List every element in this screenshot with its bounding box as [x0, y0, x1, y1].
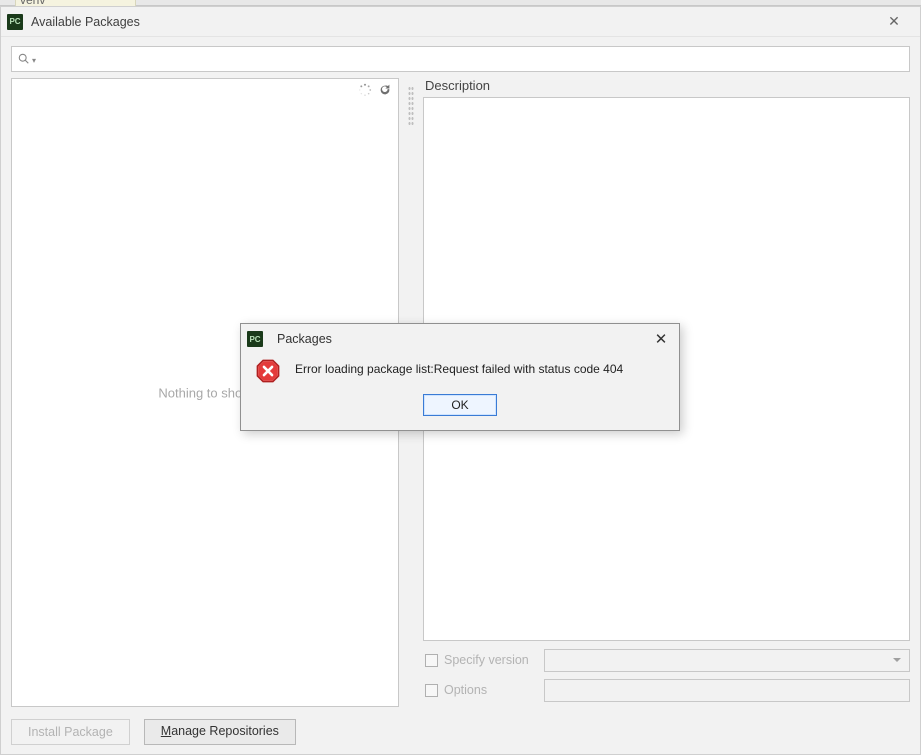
options-row: Options: [423, 677, 910, 703]
dialog-title: Available Packages: [31, 15, 874, 29]
splitter-grip-icon: [408, 86, 414, 126]
close-icon[interactable]: ✕: [649, 330, 673, 348]
pycharm-icon: PC: [7, 14, 23, 30]
specify-version-combobox[interactable]: [544, 649, 910, 672]
dialog-footer: Install Package Manage Repositories: [1, 709, 920, 754]
close-icon[interactable]: ✕: [874, 13, 914, 30]
error-dialog-body: Error loading package list:Request faile…: [241, 354, 679, 388]
manage-repositories-button[interactable]: Manage Repositories: [144, 719, 296, 745]
loading-spinner-icon: [358, 83, 372, 97]
dialog-titlebar: PC Available Packages ✕: [1, 7, 920, 37]
error-icon: [255, 358, 281, 384]
search-field-container: ▾: [11, 46, 910, 72]
specify-version-row: Specify version: [423, 647, 910, 673]
error-dialog-footer: OK: [241, 388, 679, 416]
options-label: Options: [444, 683, 544, 697]
options-textfield[interactable]: [544, 679, 910, 702]
specify-version-label: Specify version: [444, 653, 544, 667]
install-package-button: Install Package: [11, 719, 130, 745]
options-checkbox[interactable]: [425, 684, 438, 697]
pycharm-icon: PC: [247, 331, 263, 347]
description-label: Description: [425, 78, 910, 93]
search-options-chevron-icon[interactable]: ▾: [32, 56, 36, 65]
specify-version-checkbox[interactable]: [425, 654, 438, 667]
refresh-icon[interactable]: [378, 83, 392, 97]
search-icon: [18, 53, 30, 65]
error-dialog-titlebar: PC Packages ✕: [241, 324, 679, 354]
ok-button[interactable]: OK: [423, 394, 497, 416]
options-area: Specify version Options: [423, 647, 910, 707]
search-input[interactable]: [40, 52, 903, 66]
error-dialog: PC Packages ✕ Error loading package list…: [240, 323, 680, 431]
error-message: Error loading package list:Request faile…: [295, 358, 623, 376]
error-dialog-title: Packages: [277, 332, 649, 346]
